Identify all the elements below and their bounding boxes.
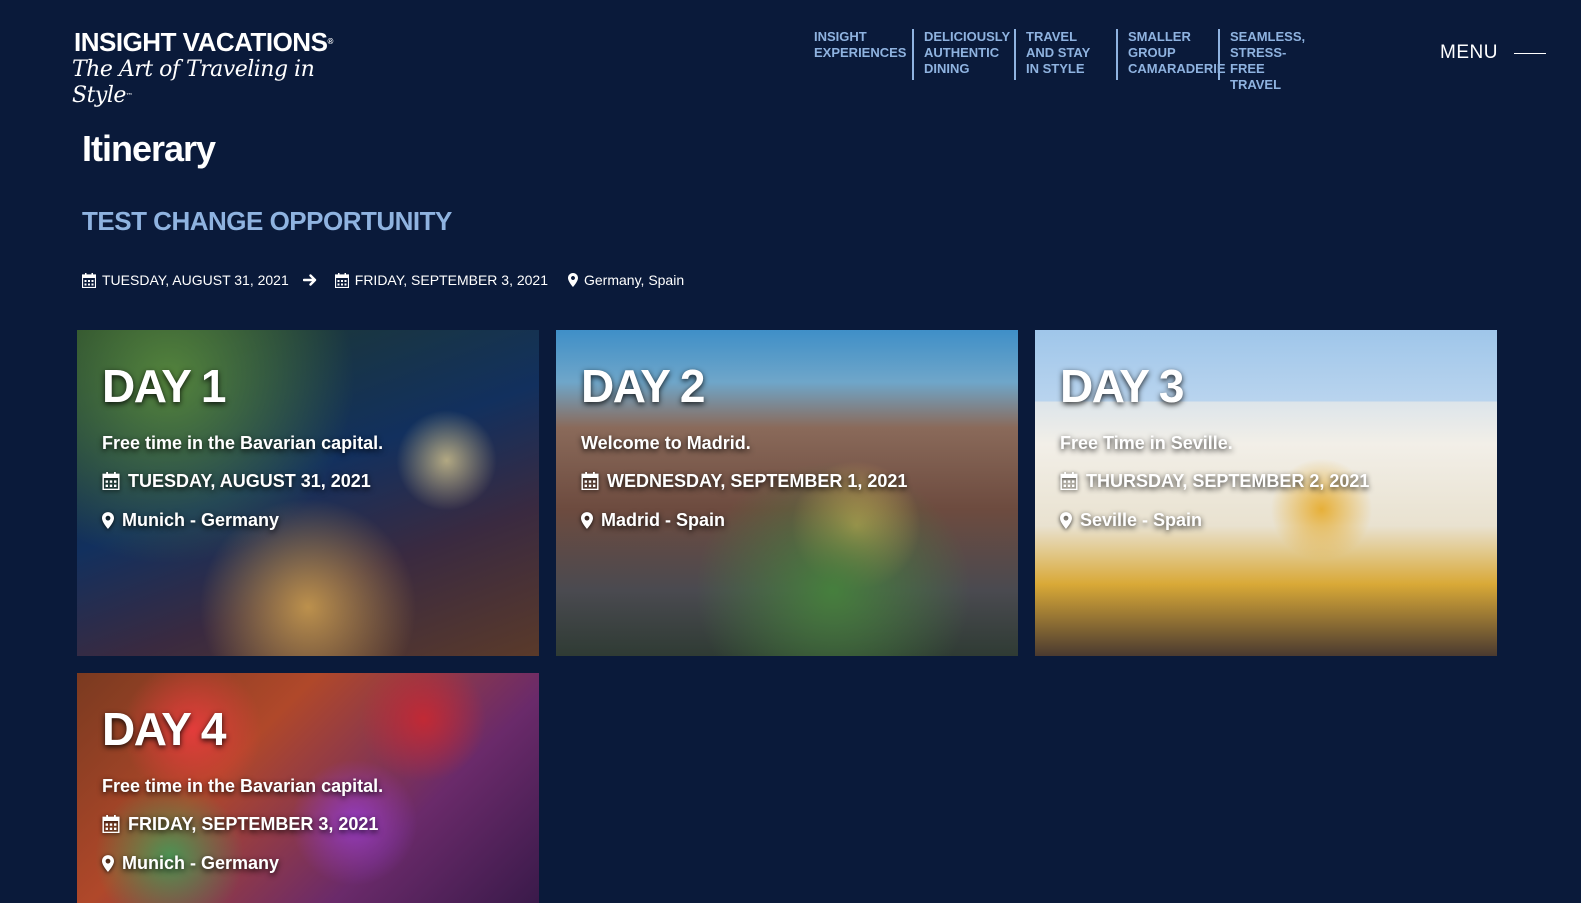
arrow-right-icon [302,274,316,286]
day-location-text: Madrid - Spain [601,510,726,530]
day-description: Free time in the Bavarian capital. [102,776,384,796]
day-location-text: Munich - Germany [122,510,280,530]
day-title: DAY 3 [1060,360,1184,412]
calendar-icon [102,472,120,490]
brand-tagline: The Art of Traveling in Style™ [72,57,315,108]
menu-line-icon [1513,52,1546,54]
day-card-4[interactable]: DAY 4 Free time in the Bavarian capital.… [77,673,539,903]
day-description: Free time in the Bavarian capital. [102,433,384,453]
day-title: DAY 4 [102,703,226,755]
day-location-text: Munich - Germany [122,853,280,873]
countries: Germany, Spain [568,272,684,288]
end-date-text: FRIDAY, SEPTEMBER 3, 2021 [354,272,548,288]
menu-label: MENU [1440,42,1498,63]
day-description: Welcome to Madrid. [581,433,751,453]
nav-item-authentic-dining[interactable]: DELICIOUSLY AUTHENTIC DINING [912,29,1014,80]
top-navigation: INSIGHT EXPERIENCES DELICIOUSLY AUTHENTI… [810,29,1320,92]
start-date: TUESDAY, AUGUST 31, 2021 [82,272,289,288]
calendar-icon [1060,472,1078,490]
nav-item-stress-free-travel[interactable]: SEAMLESS, STRESS-FREE TRAVEL [1218,29,1320,92]
day-card-3[interactable]: DAY 3 Free Time in Seville. THURSDAY, SE… [1035,330,1497,656]
day-description: Free Time in Seville. [1060,433,1233,453]
map-pin-icon [102,854,114,872]
day-date: THURSDAY, SEPTEMBER 2, 2021 [1060,470,1369,492]
trip-name: TEST CHANGE OPPORTUNITY [82,206,452,236]
day-location: Madrid - Spain [581,509,907,531]
trip-meta: TUESDAY, AUGUST 31, 2021 FRIDAY, SEPTEMB… [82,272,684,288]
calendar-icon [82,272,96,288]
map-pin-icon [1060,511,1072,529]
day-title: DAY 1 [102,360,226,412]
page-title: Itinerary [82,128,216,169]
menu-button[interactable]: MENU [1440,42,1546,64]
nav-item-smaller-group[interactable]: SMALLER GROUP CAMARADERIE [1116,29,1226,80]
calendar-icon [581,472,599,490]
day-location: Munich - Germany [102,852,383,874]
countries-text: Germany, Spain [584,272,685,288]
calendar-icon [334,272,349,288]
day-date: WEDNESDAY, SEPTEMBER 1, 2021 [581,470,907,492]
brand-name: INSIGHT VACATIONS® [74,27,333,57]
end-date: FRIDAY, SEPTEMBER 3, 2021 [334,272,548,288]
day-location: Munich - Germany [102,509,383,531]
map-pin-icon [102,511,114,529]
day-date: FRIDAY, SEPTEMBER 3, 2021 [102,813,383,835]
nav-item-insight-experiences[interactable]: INSIGHT EXPERIENCES [810,29,912,80]
day-card-1[interactable]: DAY 1 Free time in the Bavarian capital.… [77,330,539,656]
calendar-icon [102,815,120,833]
day-card-2[interactable]: DAY 2 Welcome to Madrid. WEDNESDAY, SEPT… [556,330,1018,656]
map-pin-icon [581,511,593,529]
map-pin-icon [568,273,578,287]
day-date-text: TUESDAY, AUGUST 31, 2021 [128,471,371,491]
brand-logo[interactable]: INSIGHT VACATIONS® The Art of Traveling … [72,27,364,109]
nav-item-travel-in-style[interactable]: TRAVEL AND STAY IN STYLE [1014,29,1116,80]
day-date-text: WEDNESDAY, SEPTEMBER 1, 2021 [607,471,908,491]
start-date-text: TUESDAY, AUGUST 31, 2021 [102,272,289,288]
day-title: DAY 2 [581,360,705,412]
day-location: Seville - Spain [1060,509,1369,531]
day-date-text: THURSDAY, SEPTEMBER 2, 2021 [1086,471,1370,491]
day-date-text: FRIDAY, SEPTEMBER 3, 2021 [128,814,379,834]
day-location-text: Seville - Spain [1080,510,1203,530]
day-date: TUESDAY, AUGUST 31, 2021 [102,470,383,492]
